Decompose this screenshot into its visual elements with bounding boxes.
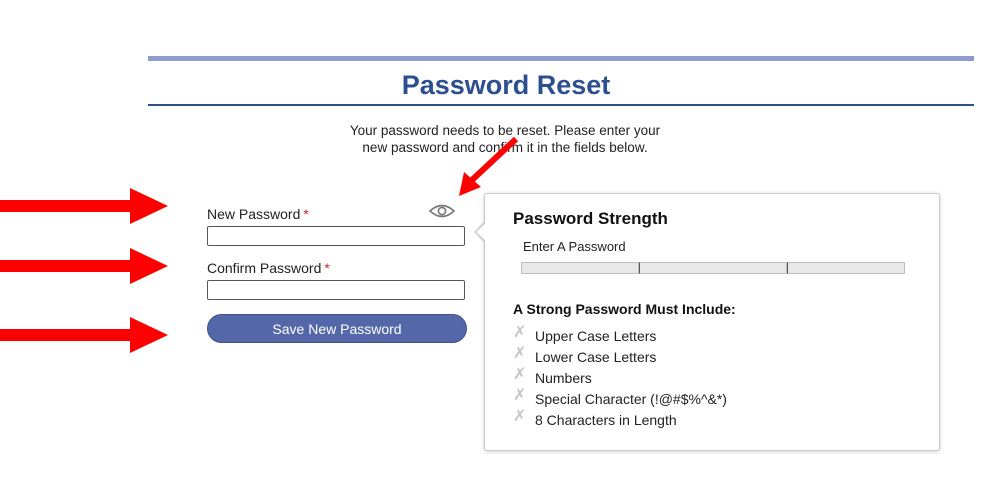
eye-icon[interactable] (428, 202, 456, 220)
new-password-label: New Password * (207, 206, 309, 222)
confirm-password-label-text: Confirm Password (207, 260, 322, 276)
annotation-arrow-new-password (0, 188, 168, 224)
requirements-list: ✗ Upper Case Letters ✗ Lower Case Letter… (513, 323, 727, 430)
x-mark-icon: ✗ (513, 386, 527, 404)
requirement-label: Numbers (535, 369, 592, 386)
confirm-password-input[interactable] (207, 280, 465, 300)
x-mark-icon: ✗ (513, 323, 527, 341)
password-strength-popup: Password Strength Enter A Password A Str… (474, 193, 940, 451)
strength-title: Password Strength (513, 209, 668, 228)
requirement-numbers: ✗ Numbers (513, 365, 727, 388)
save-new-password-button[interactable]: Save New Password (207, 314, 467, 343)
requirement-length: ✗ 8 Characters in Length (513, 407, 727, 430)
requirement-label: Lower Case Letters (535, 348, 657, 365)
x-mark-icon: ✗ (513, 407, 527, 425)
annotation-arrow-confirm-password (0, 248, 168, 284)
page-title: Password Reset (401, 70, 611, 100)
x-mark-icon: ✗ (513, 344, 527, 362)
requirement-label: Upper Case Letters (535, 327, 657, 344)
requirements-title: A Strong Password Must Include: (513, 301, 736, 317)
confirm-password-label: Confirm Password * (207, 260, 330, 276)
requirement-lower-case: ✗ Lower Case Letters (513, 344, 727, 367)
intro-line-2: new password and confirm it in the field… (362, 140, 648, 155)
top-divider (148, 56, 974, 61)
x-mark-icon: ✗ (513, 365, 527, 383)
annotation-arrow-save-button (0, 317, 168, 353)
meter-segment-weak (521, 262, 639, 274)
title-divider (148, 104, 974, 106)
meter-segment-medium (639, 262, 787, 274)
required-asterisk: * (303, 206, 309, 222)
required-asterisk: * (324, 260, 330, 276)
intro-text: Your password needs to be reset. Please … (300, 122, 710, 156)
requirement-special-character: ✗ Special Character (!@#$%^&*) (513, 386, 727, 409)
requirement-upper-case: ✗ Upper Case Letters (513, 323, 727, 346)
requirement-label: 8 Characters in Length (535, 411, 677, 428)
requirement-label: Special Character (!@#$%^&*) (535, 390, 727, 407)
strength-meter (521, 262, 905, 274)
new-password-label-text: New Password (207, 206, 301, 222)
intro-line-1: Your password needs to be reset. Please … (349, 123, 661, 138)
meter-segment-strong (787, 262, 905, 274)
new-password-input[interactable] (207, 226, 465, 246)
popup-pointer-fill (476, 223, 486, 241)
strength-status: Enter A Password (523, 239, 626, 254)
